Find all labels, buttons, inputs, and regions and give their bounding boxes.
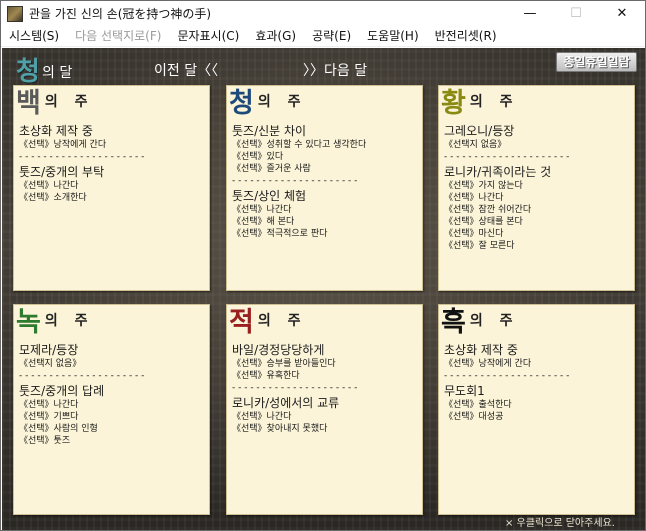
event-choice: 《선택》즐거운 사람 [232,164,311,174]
event-title: 바일/경정당당하게 [232,343,325,357]
event-choice: 《선택》출석한다 [444,400,512,410]
week-suffix: 의 주 [44,94,94,110]
close-hint: × 우클릭으로 닫아주세요. [505,518,615,529]
week-heading: 청의 주 [229,86,306,120]
event-title: 로니카/귀족이라는 것 [444,165,552,179]
event-choice: 《선택지 없음》 [444,140,507,150]
week-suffix: 의 주 [257,313,307,329]
week-panel-yellow: 황의 주그레오니/등장 《선택지 없음》 - - - - - - - - - - -… [438,85,635,291]
week-panel-red: 적의 주바일/경정당당하게 《선택》승부를 받아들인다 《선택》유혹한다 - - - … [226,304,423,515]
event-choice: 《선택》나간다 [232,412,292,422]
event-title: 로니카/성에서의 교류 [232,396,340,410]
event-title: 그레오니/등장 [444,124,515,138]
event-choice: 《선택》나간다 [19,181,79,191]
menu-effects[interactable]: 효과(G) [247,26,304,47]
week-heading: 흑의 주 [441,305,518,339]
week-events: 모제라/등장 《선택지 없음》 - - - - - - - - - - - - - … [19,341,207,447]
holiday-list-button[interactable]: 종일휴일일람 [556,52,637,72]
event-choice: 《선택》마신다 [444,229,504,239]
event-choice: 《선택지 없음》 [19,359,82,369]
event-choice: 《선택》성취할 수 있다고 생각한다 [232,140,367,150]
week-color-char: 황 [441,88,466,119]
event-separator: - - - - - - - - - - - - - - - - - - - - … [19,371,145,381]
week-suffix: 의 주 [257,94,307,110]
next-month-button[interactable]: 〉〉다음 달 [303,60,367,80]
week-panel-green: 녹의 주모제라/등장 《선택지 없음》 - - - - - - - - - - - … [13,304,210,515]
menu-reverse-reset[interactable]: 반전리셋(R) [427,26,505,47]
event-choice: 《선택》툿즈 [19,436,71,446]
event-title: 툿즈/중개의 답례 [19,384,105,398]
event-choice: 《선택》있다 [232,152,284,162]
event-choice: 《선택》승부를 받아들인다 [232,359,336,369]
week-events: 그레오니/등장 《선택지 없음》 - - - - - - - - - - - - -… [444,122,632,252]
event-choice: 《선택》적극적으로 판다 [232,229,328,239]
menu-text-display[interactable]: 문자표시(C) [169,26,247,47]
event-title: 툿즈/신분 차이 [232,124,307,138]
event-separator: - - - - - - - - - - - - - - - - - - - - … [444,152,570,162]
week-panel-white: 백의 주초상화 제작 중 《선택》낭작에게 간다 - - - - - - - - -… [13,85,210,291]
event-separator: - - - - - - - - - - - - - - - - - - - - … [444,371,570,381]
game-area: 청 의 달 이전 달〈〈 〉〉다음 달 종일휴일일람 백의 주 초상화 제작 중 《… [2,48,645,530]
menu-help[interactable]: 도움말(H) [359,26,427,47]
week-color-char: 적 [229,307,254,338]
title-bar: 관을 가진 신의 손(冠を持つ神の手) — ☐ ✕ [1,1,645,26]
week-color-char: 녹 [16,307,41,338]
event-choice: 《선택》나간다 [444,193,504,203]
event-choice: 《선택》상태를 본다 [444,217,523,227]
prev-month-button[interactable]: 이전 달〈〈 [154,60,218,80]
window-title: 관을 가진 신의 손(冠を持つ神の手) [29,7,212,21]
event-choice: 《선택》해 본다 [232,217,295,227]
month-suffix: 의 달 [42,65,73,81]
event-separator: - - - - - - - - - - - - - - - - - - - - … [19,152,145,162]
menu-walkthrough[interactable]: 공략(E) [304,26,359,47]
week-events: 바일/경정당당하게 《선택》승부를 받아들인다 《선택》유혹한다 - - - - - … [232,341,420,435]
week-color-char: 백 [16,88,41,119]
week-color-char: 청 [229,88,254,119]
event-choice: 《선택》나간다 [232,205,292,215]
maximize-button[interactable]: ☐ [553,1,599,26]
event-choice: 《선택》기쁘다 [19,412,79,422]
week-panel-blue: 청의 주툿즈/신분 차이 《선택》성취할 수 있다고 생각한다 《선택》있다 《선택》… [226,85,423,291]
close-button[interactable]: ✕ [599,1,645,26]
event-choice: 《선택》대성공 [444,412,504,422]
week-events: 툿즈/신분 차이 《선택》성취할 수 있다고 생각한다 《선택》있다 《선택》즐거운 … [232,122,420,240]
event-title: 초상화 제작 중 [19,124,93,138]
week-events: 초상화 제작 중 《선택》낭작에게 간다 - - - - - - - - - - -… [19,122,207,204]
menu-system[interactable]: 시스템(S) [1,26,67,47]
event-choice: 《선택》가지 않는다 [444,181,523,191]
event-title: 툿즈/중개의 부탁 [19,165,105,179]
event-separator: - - - - - - - - - - - - - - - - - - - - … [232,176,358,186]
event-choice: 《선택》소개한다 [19,193,87,203]
event-title: 무도회1 [444,384,485,398]
window-controls: — ☐ ✕ [507,1,645,26]
event-choice: 《선택》사람의 인형 [19,424,98,434]
week-heading: 녹의 주 [16,305,93,339]
week-suffix: 의 주 [44,313,94,329]
event-separator: - - - - - - - - - - - - - - - - - - - - … [232,383,358,393]
week-events: 초상화 제작 중 《선택》낭작에게 간다 - - - - - - - - - - -… [444,341,632,423]
app-icon [7,5,23,22]
week-color-char: 흑 [441,307,466,338]
week-heading: 적의 주 [229,305,306,339]
event-title: 초상화 제작 중 [444,343,518,357]
event-choice: 《선택》낭작에게 간다 [19,140,107,150]
app-window: 관을 가진 신의 손(冠を持つ神の手) — ☐ ✕ 시스템(S) 다음 선택지로… [0,0,646,531]
week-heading: 황의 주 [441,86,518,120]
week-heading: 백의 주 [16,86,93,120]
menu-bar: 시스템(S) 다음 선택지로(F) 문자표시(C) 효과(G) 공략(E) 도움… [1,26,645,47]
event-choice: 《선택》잘 모른다 [444,241,515,251]
week-suffix: 의 주 [469,94,519,110]
event-title: 툿즈/상인 체험 [232,189,307,203]
event-choice: 《선택》유혹한다 [232,371,300,381]
event-choice: 《선택》낭작에게 간다 [444,359,532,369]
minimize-button[interactable]: — [507,1,553,26]
event-title: 모제라/등장 [19,343,79,357]
event-choice: 《선택》나간다 [19,400,79,410]
month-name: 청 [16,57,40,87]
event-choice: 《선택》잠깐 쉬어간다 [444,205,532,215]
week-panel-black: 흑의 주초상화 제작 중 《선택》낭작에게 간다 - - - - - - - - -… [438,304,635,515]
menu-next-choice[interactable]: 다음 선택지로(F) [67,26,169,47]
event-choice: 《선택》찾아내지 못했다 [232,424,328,434]
week-suffix: 의 주 [469,313,519,329]
